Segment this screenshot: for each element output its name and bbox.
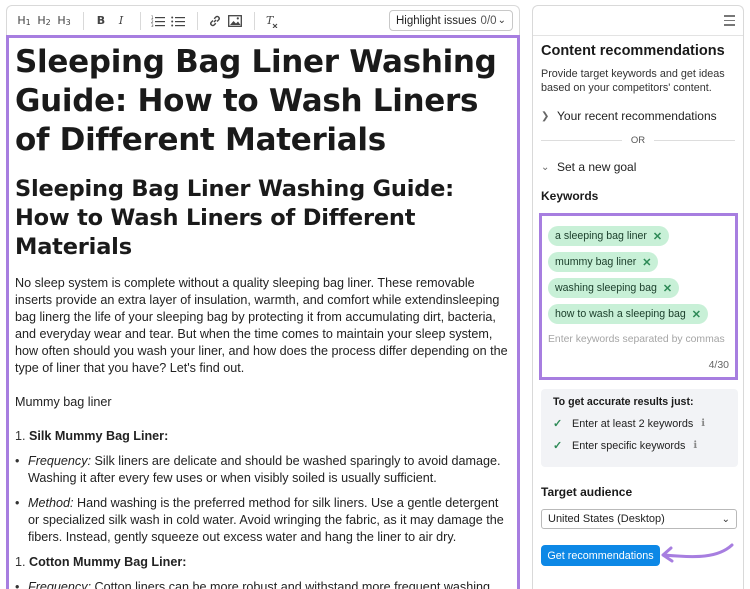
list-bullet: • Frequency: Silk liners are delicate an… — [15, 454, 501, 485]
menu-icon[interactable] — [724, 15, 735, 26]
list-item-title: Silk Mummy Bag Liner: — [29, 429, 169, 443]
recent-recommendations-toggle[interactable]: ❯ Your recent recommendations — [541, 109, 735, 123]
keyword-chip: how to wash a sleeping bag ✕ — [548, 304, 708, 324]
keywords-placeholder[interactable]: Enter keywords separated by commas — [548, 334, 735, 345]
italic-button[interactable]: I — [112, 11, 130, 31]
info-icon[interactable]: ℹ — [693, 440, 697, 451]
section-subtitle: Mummy bag liner — [15, 395, 112, 409]
intro-paragraph: No sleep system is complete without a qu… — [15, 276, 508, 375]
highlight-issues-label: Highlight issues — [396, 14, 477, 27]
svg-text:3: 3 — [151, 23, 154, 27]
target-audience-label: Target audience — [541, 485, 633, 499]
keywords-count: 4/30 — [708, 359, 729, 371]
list-bullet: • Method: Hand washing is the preferred … — [15, 496, 504, 544]
keyword-chip: washing sleeping bag ✕ — [548, 278, 680, 298]
highlight-issues-select[interactable]: Highlight issues 0/0 ⌄ — [389, 10, 513, 31]
tip-item: ✓ Enter specific keywords ℹ — [553, 439, 698, 453]
clear-format-icon[interactable]: T — [263, 11, 281, 31]
toolbar-divider — [254, 11, 255, 30]
keyword-chip: mummy bag liner ✕ — [548, 252, 659, 272]
pointer-arrow-icon — [661, 543, 734, 563]
editor-toolbar: H1 H2 H3 B I 123 T Highlight issues 0/0 … — [6, 5, 520, 35]
get-recommendations-button[interactable]: Get recommendations — [541, 545, 660, 566]
heading3-button[interactable]: H3 — [55, 11, 73, 31]
toolbar-divider — [83, 11, 84, 30]
editor-content-area[interactable]: Sleeping Bag Liner Washing Guide: How to… — [6, 35, 520, 589]
tips-box: To get accurate results just: ✓ Enter at… — [541, 389, 738, 467]
chevron-right-icon: ❯ — [541, 110, 550, 122]
heading2-button[interactable]: H2 — [35, 11, 53, 31]
set-new-goal-toggle[interactable]: ⌄ Set a new goal — [541, 160, 735, 174]
image-icon[interactable] — [226, 11, 244, 31]
remove-keyword-icon[interactable]: ✕ — [642, 256, 651, 269]
ordered-list-icon[interactable]: 123 — [149, 11, 167, 31]
list-bullet: • Frequency: Cotton liners can be more r… — [15, 580, 494, 589]
remove-keyword-icon[interactable]: ✕ — [692, 308, 701, 321]
list-item-title: Cotton Mummy Bag Liner: — [29, 555, 187, 569]
or-divider: OR — [541, 135, 735, 146]
info-icon[interactable]: ℹ — [701, 418, 705, 429]
highlight-issues-count: 0/0 — [480, 14, 497, 27]
panel-header — [533, 6, 743, 36]
heading1-button[interactable]: H1 — [15, 11, 33, 31]
bold-button[interactable]: B — [92, 11, 110, 31]
keywords-label: Keywords — [541, 189, 599, 203]
list-item: 1. Cotton Mummy Bag Liner: — [15, 555, 187, 569]
remove-keyword-icon[interactable]: ✕ — [663, 282, 672, 295]
chevron-down-icon: ⌄ — [721, 513, 730, 525]
chevron-down-icon: ⌄ — [497, 15, 506, 26]
panel-title: Content recommendations — [541, 43, 725, 59]
bullet-list-icon[interactable] — [169, 11, 187, 31]
target-audience-select[interactable]: United States (Desktop) ⌄ — [541, 509, 737, 529]
check-icon: ✓ — [553, 440, 563, 452]
tip-item: ✓ Enter at least 2 keywords ℹ — [553, 417, 706, 431]
toolbar-divider — [197, 11, 198, 30]
keywords-input[interactable]: a sleeping bag liner ✕ mummy bag liner ✕ w… — [539, 213, 738, 380]
document-heading: Sleeping Bag Liner Washing Guide: How to… — [15, 176, 454, 260]
chevron-down-icon: ⌄ — [541, 161, 550, 173]
panel-description: Provide target keywords and get ideas ba… — [541, 68, 725, 94]
tips-title: To get accurate results just: — [553, 396, 694, 408]
check-icon: ✓ — [553, 418, 563, 430]
link-icon[interactable] — [206, 11, 224, 31]
keyword-chip: a sleeping bag liner ✕ — [548, 226, 670, 246]
remove-keyword-icon[interactable]: ✕ — [653, 230, 662, 243]
toolbar-divider — [140, 11, 141, 30]
list-item: 1. Silk Mummy Bag Liner: — [15, 429, 169, 443]
document-title: Sleeping Bag Liner Washing Guide: How to… — [15, 44, 497, 158]
